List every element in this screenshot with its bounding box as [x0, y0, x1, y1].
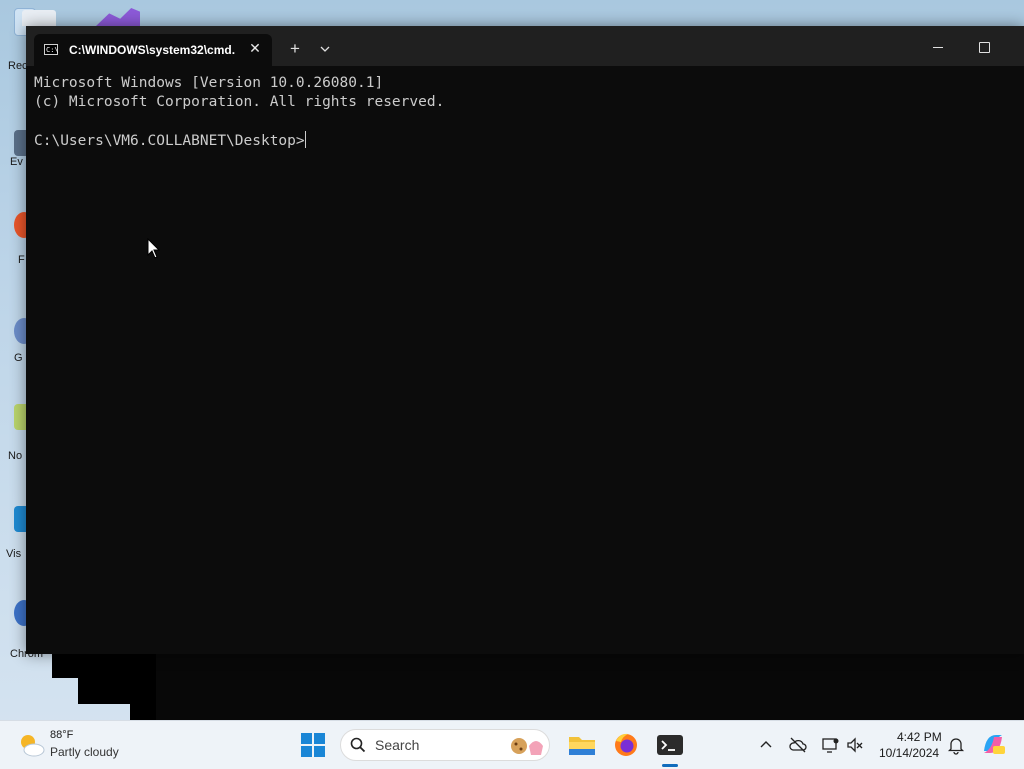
- start-button[interactable]: [301, 733, 325, 757]
- taskbar-terminal[interactable]: [654, 729, 686, 761]
- chevron-up-icon: [760, 741, 772, 748]
- title-bar[interactable]: C:\ C:\WINDOWS\system32\cmd. ✕ +: [26, 26, 1024, 66]
- desktop-icon-label: G: [14, 352, 23, 364]
- cmd-icon: C:\: [44, 44, 59, 55]
- taskbar: 88°F Partly cloudy Search 4:42 PM 10/14/…: [0, 720, 1024, 769]
- desktop-icon-label: Ev: [10, 156, 23, 168]
- window-artifact: [78, 652, 130, 704]
- console-line: (c) Microsoft Corporation. All rights re…: [34, 94, 445, 110]
- copilot-icon: [984, 735, 1005, 754]
- window-artifact: [156, 652, 1024, 720]
- visual-studio-icon: [96, 8, 140, 26]
- new-tab-button[interactable]: +: [285, 39, 305, 59]
- weather-widget[interactable]: 88°F Partly cloudy: [14, 727, 144, 765]
- terminal-icon: [657, 735, 683, 755]
- weather-temperature: 88°F: [50, 729, 74, 741]
- clock-date[interactable]: 10/14/2024: [879, 746, 939, 760]
- terminal-window[interactable]: C:\ C:\WINDOWS\system32\cmd. ✕ + Microso…: [26, 26, 1024, 654]
- partly-cloudy-icon: [21, 735, 45, 757]
- firefox-icon: [615, 733, 637, 756]
- running-app-indicator: [662, 764, 678, 767]
- show-hidden-icons-button[interactable]: [756, 735, 776, 755]
- desktop-icon-label: Vis: [6, 548, 22, 560]
- copilot-button[interactable]: [980, 731, 1006, 757]
- bell-icon: [947, 738, 965, 755]
- taskbar-file-explorer[interactable]: [566, 729, 598, 761]
- minimize-button[interactable]: [918, 34, 958, 62]
- mouse-pointer-icon: [147, 238, 161, 259]
- desktop-icon-label: F: [18, 254, 25, 266]
- tab-cmd[interactable]: C:\ C:\WINDOWS\system32\cmd. ✕: [34, 34, 272, 66]
- taskbar-search[interactable]: Search: [340, 729, 550, 761]
- close-tab-button[interactable]: ✕: [246, 39, 264, 57]
- search-highlight-icon: [511, 738, 543, 755]
- chevron-down-icon: [320, 46, 330, 52]
- desktop-icon-label: No: [8, 450, 23, 462]
- clock-time[interactable]: 4:42 PM: [897, 730, 942, 744]
- file-explorer-icon: [569, 737, 595, 755]
- network-button[interactable]: [820, 735, 840, 755]
- onedrive-status-button[interactable]: [788, 735, 808, 755]
- maximize-button[interactable]: [964, 34, 1004, 62]
- console-output[interactable]: Microsoft Windows [Version 10.0.26080.1]…: [34, 74, 1014, 644]
- network-icon: [822, 738, 839, 753]
- console-line: Microsoft Windows [Version 10.0.26080.1]: [34, 75, 384, 91]
- windows-logo-icon: [301, 733, 312, 744]
- cloud-off-icon: [789, 737, 807, 753]
- console-prompt-line: C:\Users\VM6.COLLABNET\Desktop>: [34, 131, 1014, 151]
- console-prompt: C:\Users\VM6.COLLABNET\Desktop>: [34, 133, 305, 149]
- tab-dropdown-button[interactable]: [315, 39, 335, 59]
- volume-button[interactable]: [845, 735, 865, 755]
- window-artifact: [130, 652, 156, 720]
- volume-muted-icon: [847, 737, 863, 753]
- tab-title: C:\WINDOWS\system32\cmd.: [69, 43, 236, 57]
- text-cursor: [304, 131, 306, 148]
- window-artifact: [52, 652, 78, 678]
- taskbar-firefox[interactable]: [610, 729, 642, 761]
- search-placeholder: Search: [375, 737, 420, 753]
- weather-condition: Partly cloudy: [50, 745, 119, 759]
- desktop-icon-label: Rec: [8, 60, 28, 72]
- search-icon: [350, 737, 366, 753]
- notifications-button[interactable]: [946, 735, 966, 755]
- desktop-app-icon: [22, 10, 56, 26]
